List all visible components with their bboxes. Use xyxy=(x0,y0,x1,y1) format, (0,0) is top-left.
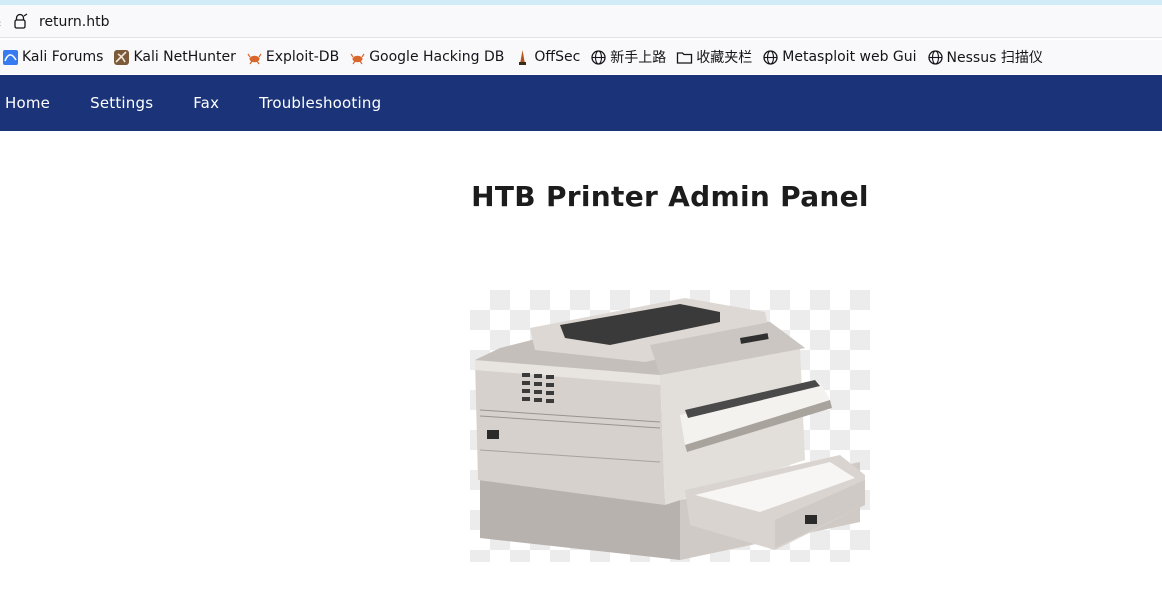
exploitdb-icon xyxy=(247,53,262,64)
offsec-icon xyxy=(519,49,527,65)
printer-illustration xyxy=(475,298,865,560)
globe-icon xyxy=(591,49,606,65)
bookmark-metasploit[interactable]: Metasploit web Gui xyxy=(762,45,917,69)
bookmark-kali-nethunter[interactable]: Kali NetHunter xyxy=(113,45,236,69)
address-bar[interactable]: ‹ return.htb xyxy=(0,0,1162,38)
bookmark-label: Kali Forums xyxy=(22,49,104,65)
bookmark-label: Exploit-DB xyxy=(265,49,340,65)
bookmark-exploit-db[interactable]: Exploit-DB xyxy=(246,45,339,69)
kali-icon xyxy=(3,49,18,65)
globe-icon xyxy=(927,49,943,65)
bookmark-google-hacking-db[interactable]: Google Hacking DB xyxy=(349,45,504,69)
lock-icon[interactable] xyxy=(12,13,28,29)
bookmark-label: Nessus 扫描仪 xyxy=(946,50,1043,66)
nav-fax[interactable]: Fax xyxy=(193,94,219,112)
nav-troubleshooting[interactable]: Troubleshooting xyxy=(259,94,381,112)
bookmarks-bar: Kali Forums Kali NetHunter Exploit-DB Go… xyxy=(0,40,1162,74)
bookmark-newbie[interactable]: 新手上路 xyxy=(590,45,666,69)
bookmark-label: 收藏夹栏 xyxy=(696,50,753,66)
nav-settings[interactable]: Settings xyxy=(90,94,153,112)
printer-image xyxy=(470,290,870,562)
bookmark-label: OffSec xyxy=(534,49,581,65)
bookmark-label: Kali NetHunter xyxy=(133,49,236,65)
site-nav: Home Settings Fax Troubleshooting xyxy=(0,75,1162,131)
bookmark-label: Google Hacking DB xyxy=(369,49,505,65)
bookmark-folder[interactable]: 收藏夹栏 xyxy=(676,45,752,69)
bookmark-label: 新手上路 xyxy=(610,50,667,66)
bookmark-offsec[interactable]: OffSec xyxy=(514,45,580,69)
address-bar-accent xyxy=(0,0,1162,5)
bookmark-label: Metasploit web Gui xyxy=(782,49,917,65)
bookmark-kali-forums[interactable]: Kali Forums xyxy=(2,45,103,69)
ghdb-icon xyxy=(350,53,365,64)
nethunter-icon xyxy=(114,49,130,65)
nav-home[interactable]: Home xyxy=(5,94,50,112)
chevron-left-icon: ‹ xyxy=(0,17,1,30)
folder-icon xyxy=(677,51,693,64)
bookmark-nessus[interactable]: Nessus 扫描仪 xyxy=(927,45,1043,69)
globe-icon xyxy=(763,49,778,65)
page-title: HTB Printer Admin Panel xyxy=(471,180,869,213)
url-text[interactable]: return.htb xyxy=(39,13,110,31)
